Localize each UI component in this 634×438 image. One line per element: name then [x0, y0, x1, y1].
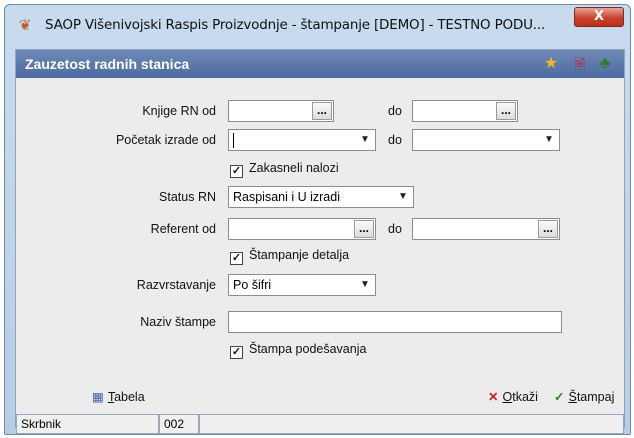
book-icon[interactable]: ♣	[596, 55, 614, 73]
razvrstavanje-select[interactable]: Po šifri ▼	[228, 274, 376, 296]
knjige-rn-to-field[interactable]: ...	[412, 100, 518, 122]
close-window-button[interactable]: X	[574, 7, 624, 27]
referent-to-label: do	[388, 222, 402, 236]
stampanje-detalja-checkbox[interactable]: ✓ Štampanje detalja	[230, 248, 349, 265]
cancel-button[interactable]: ✕ Otkaži	[488, 389, 538, 404]
razvrstavanje-label: Razvrstavanje	[136, 278, 216, 292]
referent-to-field[interactable]: ...	[412, 218, 560, 240]
knjige-rn-from-field[interactable]: ...	[228, 100, 334, 122]
pocetak-izrade-label: Početak izrade od	[115, 133, 216, 147]
status-user: Skrbnik	[16, 414, 159, 434]
knjige-rn-to-label: do	[388, 104, 402, 118]
status-rn-label: Status RN	[159, 190, 216, 204]
chevron-down-icon[interactable]: ▼	[356, 131, 374, 149]
pocetak-izrade-from-field[interactable]: ▼	[228, 129, 376, 151]
dialog-title: Zauzetost radnih stanica	[25, 56, 190, 72]
star-icon[interactable]: ★	[542, 55, 560, 73]
app-logo-icon: ❦	[19, 17, 32, 34]
print-button[interactable]: ✓ Štampaj	[554, 389, 614, 404]
knjige-rn-from-lookup-button[interactable]: ...	[312, 102, 332, 120]
pdf-icon[interactable]: 🗎	[571, 55, 589, 73]
chevron-down-icon[interactable]: ▼	[540, 131, 558, 149]
referent-label: Referent od	[150, 222, 216, 236]
close-icon: ✕	[488, 390, 499, 404]
pocetak-izrade-to-field[interactable]: ▼	[412, 129, 560, 151]
zakasneli-nalozi-checkbox[interactable]: ✓ Zakasneli nalozi	[230, 161, 339, 178]
status-bar: Skrbnik 002	[16, 414, 624, 434]
referent-to-lookup-button[interactable]: ...	[538, 220, 558, 238]
referent-from-field[interactable]: ...	[228, 218, 376, 240]
checkmark-icon[interactable]: ✓	[230, 165, 243, 178]
knjige-rn-to-lookup-button[interactable]: ...	[496, 102, 516, 120]
tabela-button[interactable]: ▦ Tabela	[92, 389, 145, 404]
referent-from-lookup-button[interactable]: ...	[354, 220, 374, 238]
table-icon: ▦	[92, 390, 104, 404]
checkmark-icon[interactable]: ✓	[230, 346, 243, 359]
checkmark-icon[interactable]: ✓	[230, 252, 243, 265]
checkmark-icon: ✓	[554, 390, 565, 404]
naziv-stampe-field[interactable]	[228, 311, 562, 333]
knjige-rn-label: Knjige RN od	[142, 104, 216, 118]
text-caret	[233, 133, 234, 148]
stampa-podesavanja-checkbox[interactable]: ✓ Štampa podešavanja	[230, 342, 366, 359]
chevron-down-icon[interactable]: ▼	[394, 188, 412, 206]
window-title: SAOP Višenivojski Raspis Proizvodnje - š…	[45, 17, 546, 33]
app-window: ❦ SAOP Višenivojski Raspis Proizvodnje -…	[4, 4, 631, 435]
dialog-header: Zauzetost radnih stanica ★ 🗎 ♣	[16, 50, 624, 78]
title-bar: ❦ SAOP Višenivojski Raspis Proizvodnje -…	[5, 5, 630, 45]
status-empty	[199, 414, 624, 434]
status-rn-select[interactable]: Raspisani i U izradi ▼	[228, 186, 414, 208]
dialog-body: Zauzetost radnih stanica ★ 🗎 ♣ Knjige RN…	[15, 49, 625, 434]
naziv-stampe-label: Naziv štampe	[140, 315, 216, 329]
chevron-down-icon[interactable]: ▼	[356, 276, 374, 294]
pocetak-izrade-to-label: do	[388, 133, 402, 147]
status-code: 002	[159, 414, 199, 434]
